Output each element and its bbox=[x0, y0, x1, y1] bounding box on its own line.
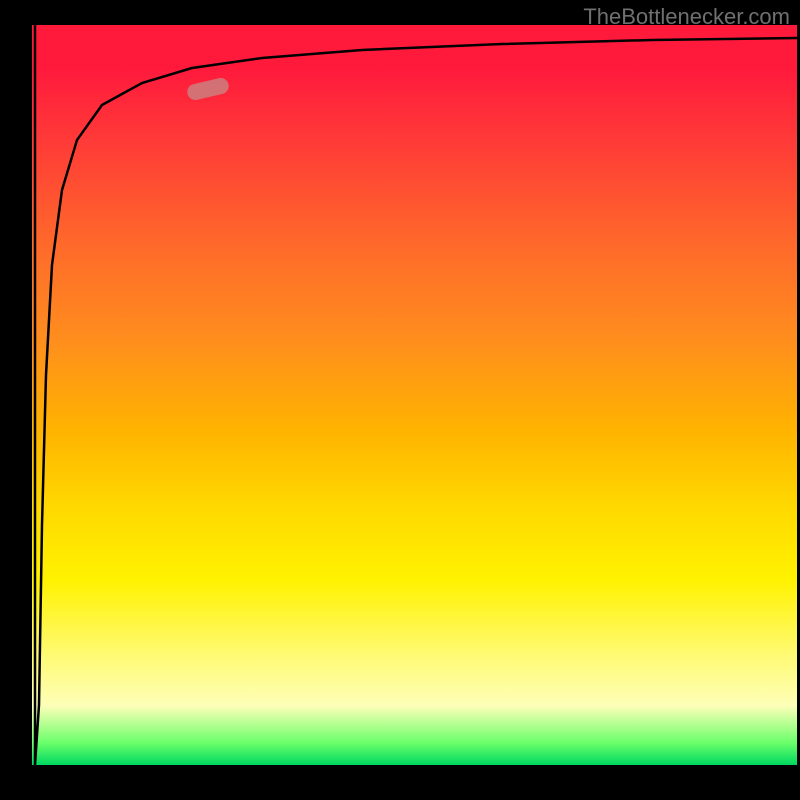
curve-layer bbox=[32, 25, 797, 765]
chart-container: TheBottlenecker.com bbox=[0, 0, 800, 800]
bottleneck-curve bbox=[35, 25, 797, 765]
marker-pill bbox=[186, 76, 231, 101]
plot-area bbox=[32, 25, 797, 765]
watermark-label: TheBottlenecker.com bbox=[583, 4, 790, 30]
